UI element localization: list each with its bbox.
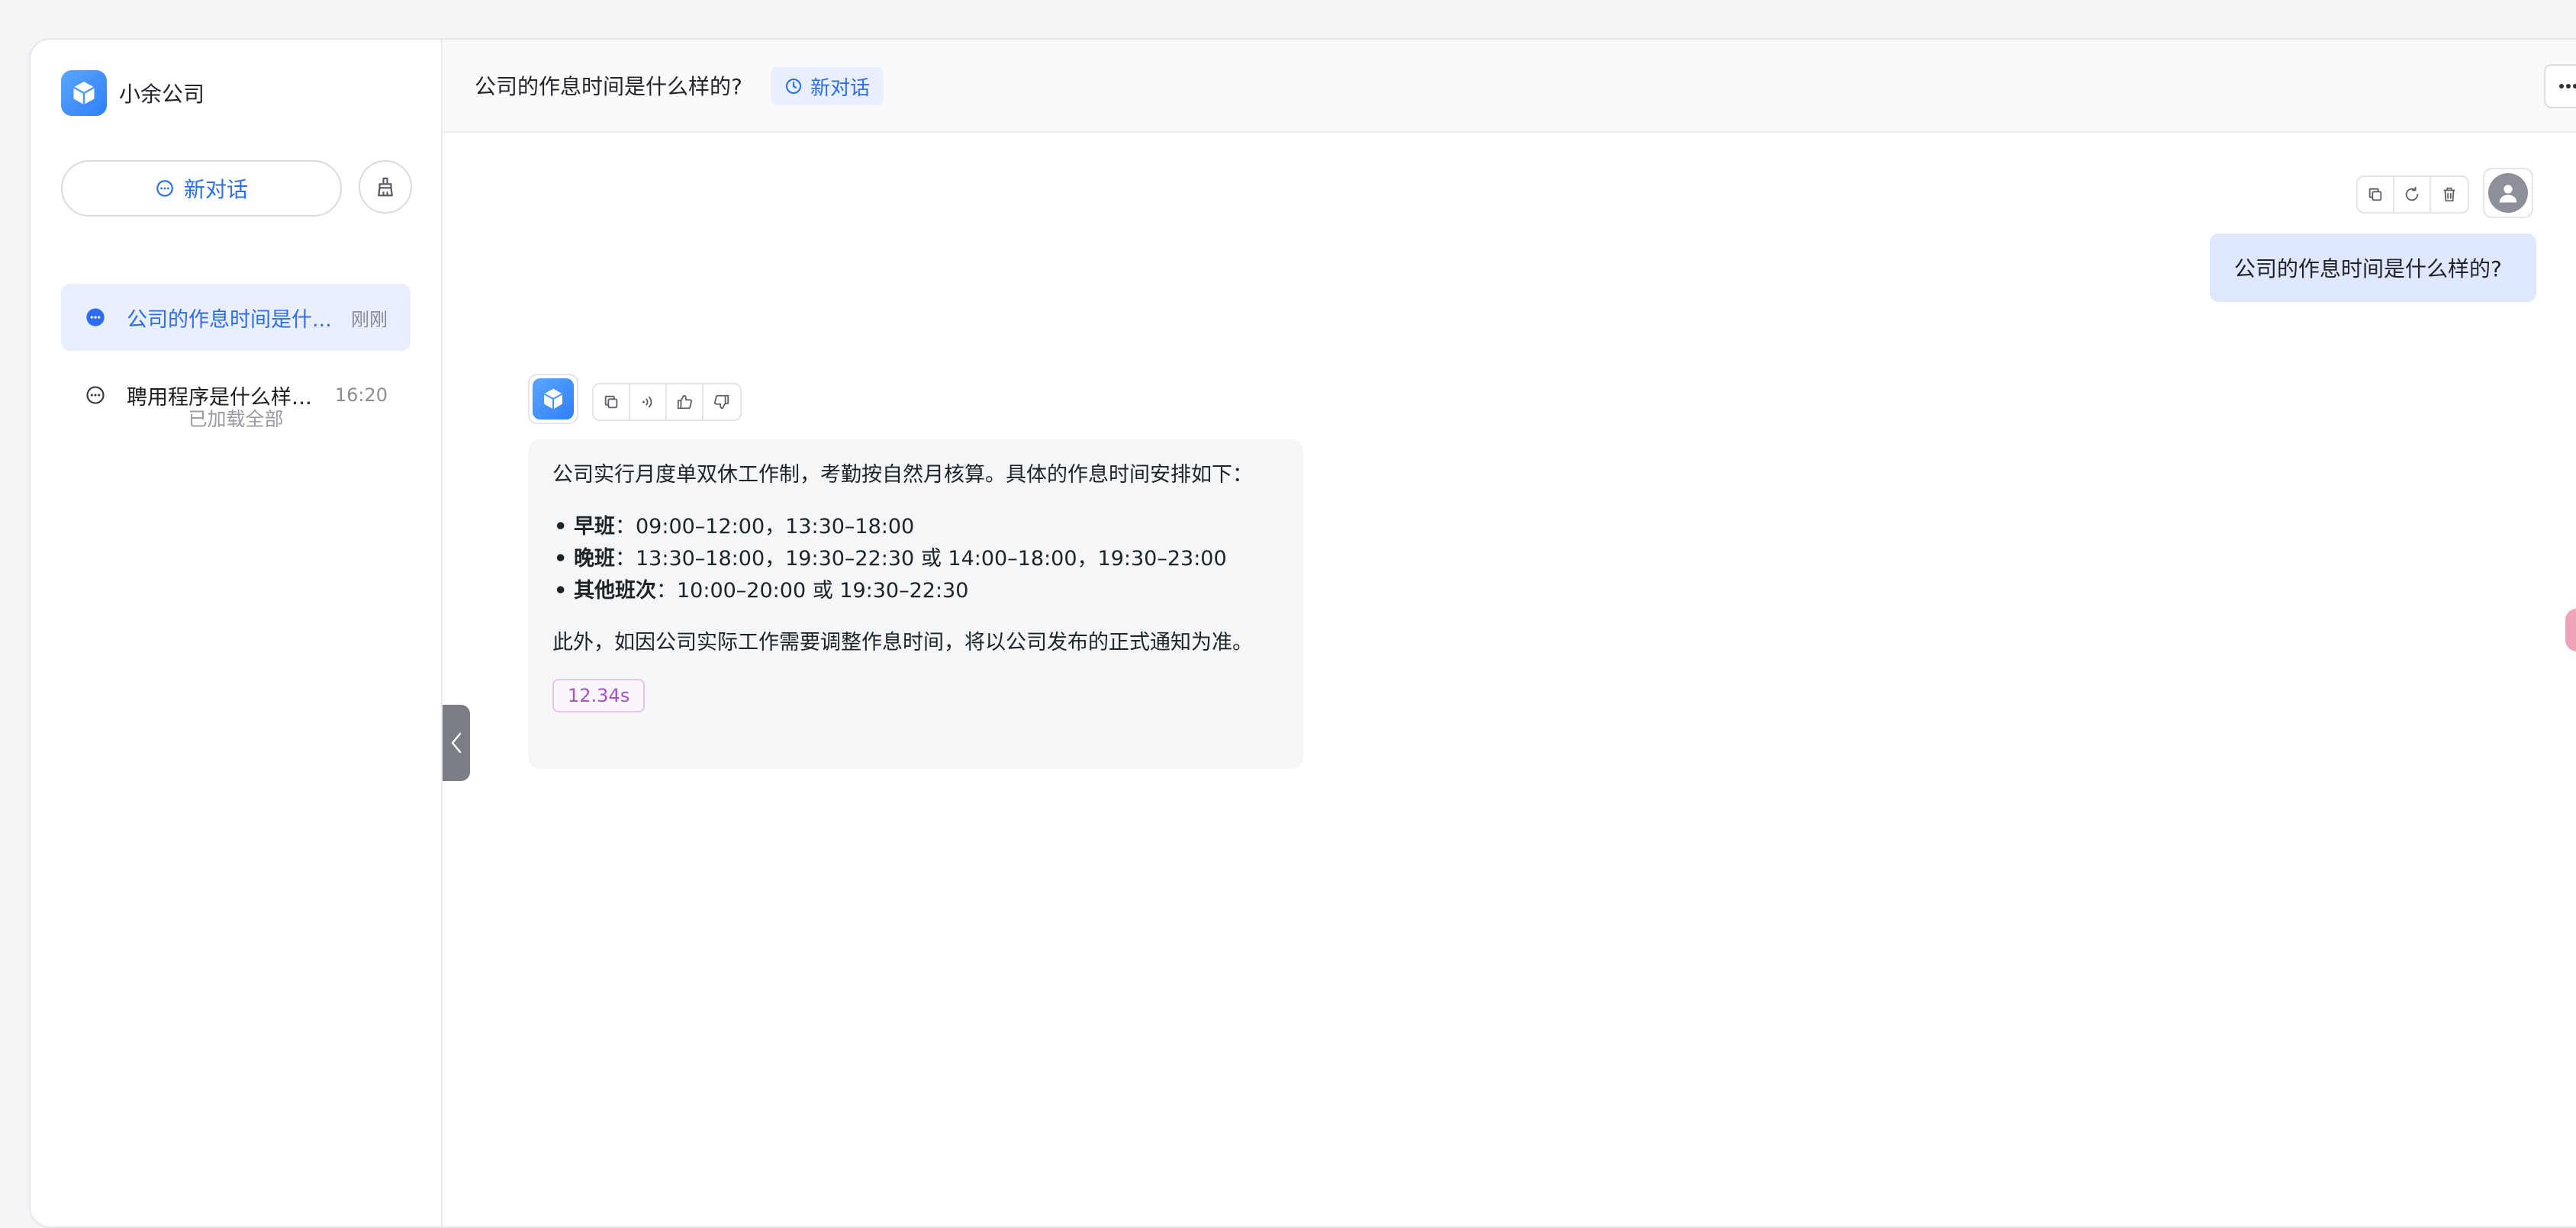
trash-icon[interactable] — [2431, 177, 2468, 212]
thumbs-up-icon[interactable] — [667, 384, 704, 420]
brand-name: 小余公司 — [119, 82, 205, 107]
chat-main: 公司的作息时间是什么样的? 新对话 公司的作息时间是什么样的? 公司实行月度单双… — [444, 40, 2576, 1226]
brand: 小余公司 — [61, 70, 204, 116]
floating-assistant-button[interactable] — [2565, 609, 2576, 651]
list-item: 早班：09:00–12:00，13:30–18:00 — [552, 511, 1279, 543]
bot-message-note: 此外，如因公司实际工作需要调整作息时间，将以公司发布的正式通知为准。 — [552, 631, 1253, 654]
more-options-button[interactable] — [2544, 64, 2576, 108]
refresh-icon[interactable] — [2394, 177, 2431, 212]
cube-logo-icon — [533, 378, 574, 420]
thumbs-down-icon[interactable] — [704, 384, 740, 420]
loaded-all-text: 已加载全部 — [188, 408, 284, 430]
speaker-icon[interactable] — [630, 384, 667, 420]
new-chat-label: 新对话 — [183, 177, 248, 202]
shift-name: 晚班 — [574, 547, 615, 571]
new-chat-tag: 新对话 — [771, 67, 884, 105]
copy-icon[interactable] — [594, 384, 630, 420]
chevron-left-icon — [451, 732, 462, 754]
list-item: 晚班：13:30–18:00，19:30–22:30 或 14:00–18:00… — [552, 543, 1279, 575]
history-item-title: 公司的作息时间是什... — [127, 307, 332, 332]
chat-bubble-icon — [156, 180, 173, 197]
user-avatar-icon — [2488, 173, 2528, 213]
user-message-toolbar — [2356, 175, 2469, 214]
cube-logo-icon — [61, 70, 107, 116]
shift-hours: 13:30–18:00，19:30–22:30 或 14:00–18:00，19… — [636, 547, 1227, 571]
bot-avatar — [528, 374, 578, 424]
shift-name: 早班 — [574, 515, 615, 538]
response-time-badge: 12.34s — [552, 679, 646, 712]
new-chat-button[interactable]: 新对话 — [61, 160, 342, 217]
history-item-active[interactable]: 公司的作息时间是什... 刚刚 — [61, 284, 411, 351]
user-message: 公司的作息时间是什么样的? — [2210, 233, 2536, 302]
shift-separator: ： — [615, 515, 636, 538]
bot-message-intro: 公司实行月度单双休工作制，考勤按自然月核算。具体的作息时间安排如下： — [552, 463, 1253, 487]
chat-header: 公司的作息时间是什么样的? 新对话 — [444, 40, 2576, 133]
clock-icon — [786, 79, 801, 94]
sidebar-collapse-handle[interactable] — [443, 705, 470, 781]
shift-list: 早班：09:00–12:00，13:30–18:00 晚班：13:30–18:0… — [552, 511, 1279, 607]
chat-title: 公司的作息时间是什么样的? — [475, 74, 742, 99]
copy-icon[interactable] — [2358, 177, 2394, 212]
user-avatar — [2483, 168, 2533, 218]
sidebar: 小余公司 新对话 公司的作息时间是什... 刚刚 聘用程序是什么样的... 16… — [31, 40, 443, 1226]
bot-message: 公司实行月度单双休工作制，考勤按自然月核算。具体的作息时间安排如下： 早班：09… — [528, 439, 1303, 769]
app-window: 小余公司 新对话 公司的作息时间是什... 刚刚 聘用程序是什么样的... 16… — [29, 38, 2576, 1228]
list-item: 其他班次：10:00–20:00 或 19:30–22:30 — [552, 575, 1279, 607]
shift-hours: 09:00–12:00，13:30–18:00 — [636, 515, 915, 538]
shift-separator: ： — [656, 579, 677, 603]
chat-bubble-filled-icon — [84, 306, 107, 329]
bot-message-toolbar — [592, 383, 742, 421]
new-chat-tag-label: 新对话 — [810, 76, 871, 100]
shift-hours: 10:00–20:00 或 19:30–22:30 — [677, 579, 969, 603]
history-item-time: 刚刚 — [351, 308, 388, 330]
shift-separator: ： — [615, 547, 636, 571]
broom-icon — [378, 177, 393, 197]
history-item-time: 16:20 — [334, 384, 388, 406]
chat-bubble-icon — [84, 384, 107, 407]
more-horizontal-icon — [2559, 84, 2576, 88]
clean-history-button[interactable] — [359, 160, 412, 214]
shift-name: 其他班次 — [574, 579, 656, 603]
